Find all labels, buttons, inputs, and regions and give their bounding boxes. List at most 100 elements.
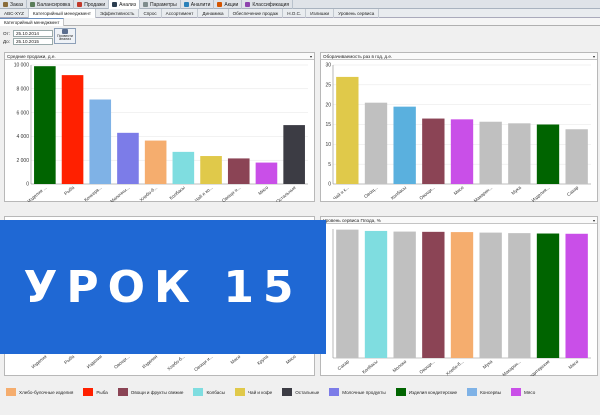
- params-icon: [143, 2, 149, 7]
- module-tab-label: Параметры: [150, 1, 177, 8]
- module-tab-label: Анализ: [119, 1, 137, 8]
- bar[interactable]: [508, 233, 531, 358]
- x-tick-label: Хлебо-б...: [166, 354, 186, 372]
- x-tick-label: Хлебо-б...: [139, 185, 159, 202]
- legend-label: Изделия кондитерские: [408, 389, 458, 395]
- module-tab-label: Аналити: [190, 1, 211, 8]
- bar[interactable]: [200, 156, 222, 184]
- legend-label: Колбасы: [206, 389, 225, 395]
- x-tick-label: Рыба: [63, 185, 75, 196]
- bar[interactable]: [117, 132, 139, 184]
- analysis-tab-8[interactable]: Излишки: [306, 9, 335, 18]
- balance-icon: [30, 2, 36, 7]
- bar[interactable]: [508, 123, 531, 184]
- y-tick-label: 5: [328, 162, 331, 168]
- x-tick-label: Изделия: [141, 354, 158, 370]
- x-tick-label: Рыба: [63, 354, 75, 365]
- turnover-chart-title: Оборачиваемость раз в год, д.е.: [323, 53, 393, 59]
- inner-tab-0[interactable]: Категорийный менеджмент: [0, 18, 65, 26]
- y-tick-label: 10: [325, 142, 331, 148]
- bar[interactable]: [536, 233, 560, 358]
- analysis-tab-4[interactable]: Ассортимент: [162, 9, 199, 18]
- x-tick-label: Изделия ...: [26, 185, 47, 202]
- analysis-subtab-bar: ABC-XYZ Категорийный менеджмент Эффективно…: [0, 9, 600, 18]
- bar[interactable]: [422, 118, 445, 184]
- bar[interactable]: [34, 66, 56, 184]
- sales-selector-chevron-down-icon[interactable]: ▾: [310, 53, 312, 60]
- legend-swatch: [117, 388, 128, 396]
- bar[interactable]: [283, 125, 305, 184]
- service-selector-chevron-down-icon[interactable]: ▾: [593, 217, 595, 224]
- legend-label: Консервы: [480, 389, 502, 395]
- lesson-banner: УРОК 15: [0, 220, 326, 354]
- module-tab-0[interactable]: Заказ: [0, 0, 28, 9]
- bar[interactable]: [364, 230, 388, 358]
- x-tick-label: Овощи...: [418, 185, 436, 201]
- bar[interactable]: [61, 75, 84, 184]
- analysis-tab-9[interactable]: Уровень сервиса: [334, 9, 380, 18]
- analysis-tab-7[interactable]: Н.О.С.: [283, 9, 307, 18]
- analysis-tab-3[interactable]: Спрос: [139, 9, 162, 18]
- analysis-tab-6[interactable]: Обеспечение продаж: [229, 9, 284, 18]
- x-tick-label: Колбасы: [361, 359, 378, 375]
- turnover-selector-chevron-down-icon[interactable]: ▾: [593, 53, 595, 60]
- bar[interactable]: [450, 232, 474, 358]
- module-tab-5[interactable]: Аналити: [181, 0, 215, 9]
- analysis-tab-0[interactable]: ABC-XYZ: [0, 9, 29, 18]
- bar[interactable]: [536, 124, 560, 185]
- module-tab-3[interactable]: Анализ: [109, 0, 141, 9]
- legend-label: Молочные продукты: [342, 389, 386, 395]
- bar[interactable]: [336, 229, 359, 358]
- bar[interactable]: [450, 119, 474, 184]
- analysis-tab-label: Эффективность: [99, 11, 135, 16]
- bar[interactable]: [393, 231, 416, 358]
- bar[interactable]: [89, 99, 112, 184]
- analysis-tab-2[interactable]: Эффективность: [96, 9, 140, 18]
- bar[interactable]: [479, 232, 502, 358]
- bar[interactable]: [172, 151, 195, 184]
- turnover-chart-selector[interactable]: Оборачиваемость раз в год, д.е. ▾: [321, 53, 597, 60]
- bar[interactable]: [255, 162, 278, 184]
- order-icon: [3, 2, 8, 7]
- inner-tab-bar: Категорийный менеджмент: [0, 18, 600, 26]
- y-tick-label: 30: [325, 63, 331, 69]
- bar[interactable]: [393, 106, 416, 184]
- analysis-tab-1[interactable]: Категорийный менеджмент: [28, 9, 96, 18]
- module-tab-7[interactable]: Классификация: [242, 0, 294, 9]
- module-tab-4[interactable]: Параметры: [140, 0, 181, 9]
- bar[interactable]: [144, 140, 167, 184]
- date-from-row: От: 25.10.2014 ▾: [3, 29, 59, 37]
- legend-swatch: [395, 388, 406, 396]
- date-to-input[interactable]: 25.10.2015: [13, 37, 53, 45]
- service-chart-selector[interactable]: Уровень сервиса Плода, % ▾: [321, 217, 597, 224]
- x-tick-label: Макарон...: [473, 185, 494, 202]
- legend-item: Овощи и фрукты свежие: [117, 388, 184, 396]
- sales-chart: 0 2 000 4 000 6 000 8 000 10 000 Изделия ... Ры…: [14, 63, 308, 202]
- module-tab-2[interactable]: Продажи: [74, 0, 110, 9]
- module-tab-label: Заказ: [10, 1, 24, 8]
- analysis-tab-5[interactable]: Динамика: [198, 9, 229, 18]
- turnover-chart-panel: Оборачиваемость раз в год, д.е. ▾ 0 5 10 15…: [320, 52, 598, 202]
- bar[interactable]: [336, 76, 359, 184]
- bar[interactable]: [422, 231, 445, 358]
- bar[interactable]: [565, 233, 588, 358]
- legend-item: Молочные продукты: [329, 388, 386, 396]
- bar[interactable]: [565, 129, 588, 184]
- date-from-input[interactable]: 25.10.2014: [13, 29, 53, 37]
- y-tick-label: 25: [325, 83, 331, 89]
- analysis-tab-label: Спрос: [143, 11, 157, 16]
- run-analysis-button[interactable]: Провести анализ: [54, 28, 76, 44]
- module-tab-label: Балансировка: [37, 1, 71, 8]
- x-tick-label: Овощи...: [418, 359, 436, 375]
- x-tick-label: Мука: [510, 185, 522, 196]
- x-tick-label: Консерв...: [83, 185, 103, 202]
- module-tab-bar: Заказ Балансировка Продажи Анализ Параметры А…: [0, 0, 600, 9]
- sales-chart-selector[interactable]: Средние продажи, д.е. ▾: [5, 53, 314, 60]
- module-tab-6[interactable]: Акции: [214, 0, 243, 9]
- bar[interactable]: [227, 158, 250, 184]
- legend-item: Консервы: [467, 388, 501, 396]
- bar[interactable]: [364, 102, 388, 184]
- bar[interactable]: [479, 121, 502, 184]
- module-tab-1[interactable]: Балансировка: [27, 0, 75, 9]
- legend-label: Овощи и фрукты свежие: [130, 389, 184, 395]
